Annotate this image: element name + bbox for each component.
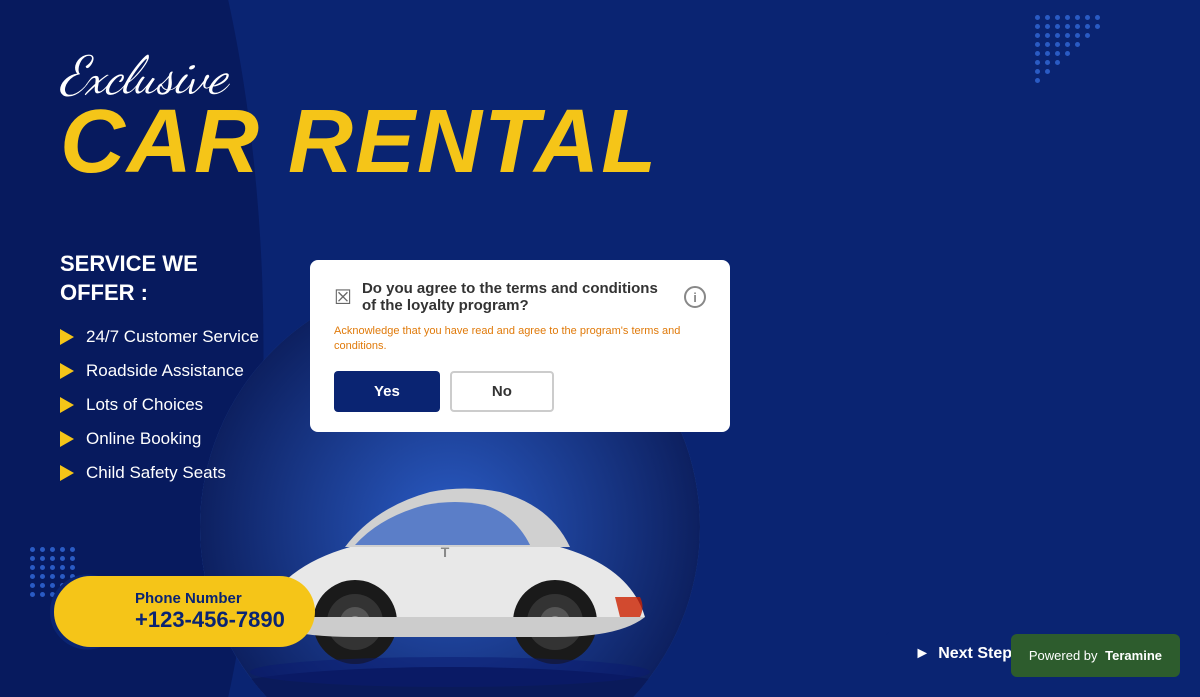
info-icon[interactable]: i [684, 286, 706, 308]
service-label-2: Roadside Assistance [86, 361, 244, 381]
powered-by: Powered by Teramine [1011, 634, 1180, 677]
form-question-row: ☒ Do you agree to the terms and conditio… [334, 280, 706, 314]
form-question: Do you agree to the terms and conditions… [362, 280, 674, 314]
top-dots-decoration [1035, 15, 1100, 87]
checkbox-icon: ☒ [334, 285, 352, 310]
service-label-1: 24/7 Customer Service [86, 327, 259, 347]
powered-by-label: Powered by [1029, 648, 1098, 663]
service-item-4: Online Booking [60, 429, 259, 449]
car-rental-label: CAR RENTAL [60, 97, 658, 187]
service-label-4: Online Booking [86, 429, 201, 449]
form-card: ☒ Do you agree to the terms and conditio… [310, 260, 730, 432]
arrow-icon [60, 431, 74, 447]
arrow-icon [60, 329, 74, 345]
service-label-5: Child Safety Seats [86, 463, 226, 483]
no-button[interactable]: No [450, 371, 554, 412]
phone-number: +123-456-7890 [135, 607, 285, 633]
form-subtitle: Acknowledge that you have read and agree… [334, 324, 706, 355]
phone-btn[interactable]: Phone Number +123-456-7890 [55, 576, 315, 647]
phone-section: Phone Number +123-456-7890 [55, 576, 315, 647]
services-section: SERVICE WEOFFER : 24/7 Customer Service … [60, 250, 259, 497]
services-title: SERVICE WEOFFER : [60, 250, 259, 307]
yes-button[interactable]: Yes [334, 371, 440, 412]
next-step-label: Next Step [938, 645, 1012, 663]
service-item-3: Lots of Choices [60, 395, 259, 415]
arrow-icon [60, 465, 74, 481]
brand-label: Teramine [1105, 648, 1162, 663]
form-buttons: Yes No [334, 371, 706, 412]
svg-text:T: T [441, 544, 450, 560]
arrow-icon [60, 397, 74, 413]
service-item-5: Child Safety Seats [60, 463, 259, 483]
service-label-3: Lots of Choices [86, 395, 203, 415]
header: Exclusive CAR RENTAL [60, 50, 658, 187]
next-arrow-icon: ► [914, 645, 930, 663]
arrow-icon [60, 363, 74, 379]
service-item-2: Roadside Assistance [60, 361, 259, 381]
service-item-1: 24/7 Customer Service [60, 327, 259, 347]
phone-label: Phone Number [135, 590, 285, 607]
main-container: Exclusive CAR RENTAL SERVICE WEOFFER : 2… [0, 0, 1200, 697]
